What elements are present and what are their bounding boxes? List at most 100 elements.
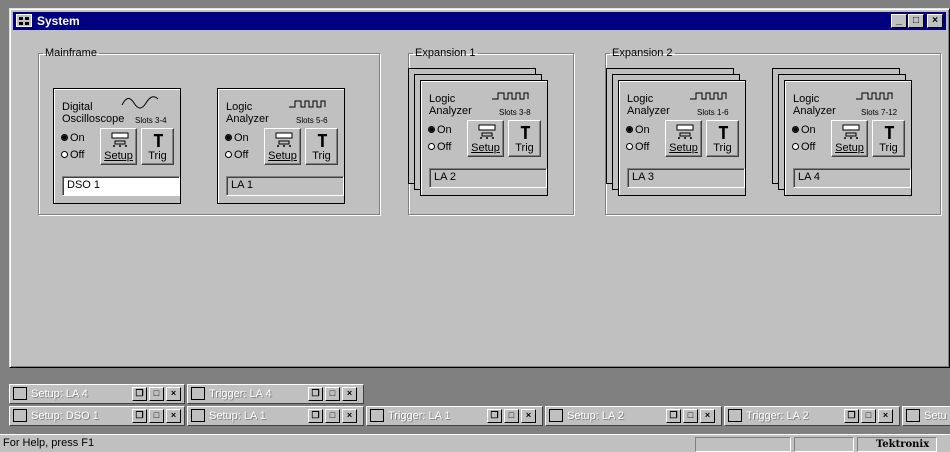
on-radio[interactable]: On — [61, 130, 98, 147]
trig-button[interactable]: T Trig — [872, 120, 905, 157]
power-toggle[interactable]: On Off — [61, 130, 98, 167]
radio-icon — [225, 151, 232, 158]
minimized-title: Setup: LA 2 — [567, 410, 624, 422]
power-toggle[interactable]: On Off — [428, 122, 465, 159]
module-name: Analyzer — [627, 105, 670, 117]
on-radio[interactable]: On — [792, 122, 829, 139]
module-name: Logic — [627, 93, 654, 105]
logic-analyzer-module: Logic Analyzer Slots 7-12 On Off Setup T … — [784, 80, 912, 196]
on-radio[interactable]: On — [428, 122, 465, 139]
minimized-setup-partial[interactable]: Setu — [902, 406, 950, 426]
trigger-icon: T — [153, 131, 164, 152]
title-bar[interactable]: System _ □ × — [13, 12, 946, 30]
trig-label: Trig — [713, 142, 732, 154]
trigger-icon: T — [718, 123, 729, 144]
power-toggle[interactable]: On Off — [225, 130, 262, 167]
module-name: Analyzer — [226, 113, 269, 125]
minimized-title: Trigger: LA 1 — [388, 410, 451, 422]
square-wave-icon — [690, 92, 727, 100]
close-icon[interactable]: × — [342, 387, 357, 401]
logic-analyzer-icon — [191, 409, 205, 422]
maximize-button[interactable]: □ — [908, 14, 924, 28]
off-radio[interactable]: Off — [428, 139, 465, 156]
off-radio[interactable]: Off — [792, 139, 829, 156]
minimized-setup-la2[interactable]: Setup: LA 2 ❐ □ × — [545, 406, 722, 426]
trig-label: Trig — [312, 150, 331, 162]
trig-button[interactable]: T Trig — [141, 128, 174, 165]
status-pane — [794, 437, 854, 452]
maximize-icon[interactable]: □ — [325, 409, 340, 423]
setup-panel-icon — [676, 124, 694, 139]
module-name: Oscilloscope — [62, 113, 125, 125]
close-icon[interactable]: × — [521, 409, 536, 423]
trig-label: Trig — [148, 150, 167, 162]
instrument-name-field[interactable]: LA 1 — [226, 176, 344, 196]
expansion-2-label: Expansion 2 — [612, 47, 673, 59]
setup-button[interactable]: Setup — [264, 128, 301, 165]
module-name: Analyzer — [793, 105, 836, 117]
close-button[interactable]: × — [927, 14, 943, 28]
minimize-button[interactable]: _ — [891, 14, 907, 28]
restore-icon[interactable]: ❐ — [132, 387, 147, 401]
on-radio[interactable]: On — [225, 130, 262, 147]
trig-button[interactable]: T Trig — [508, 120, 541, 157]
setup-button[interactable]: Setup — [665, 120, 702, 157]
maximize-icon[interactable]: □ — [683, 409, 698, 423]
square-wave-icon — [492, 92, 529, 100]
off-radio[interactable]: Off — [61, 147, 98, 164]
restore-icon[interactable]: ❐ — [844, 409, 859, 423]
close-icon: × — [932, 15, 938, 26]
minimized-setup-dso1[interactable]: Setup: DSO 1 ❐ □ × — [9, 406, 185, 426]
close-icon[interactable]: × — [700, 409, 715, 423]
close-icon[interactable]: × — [166, 387, 181, 401]
restore-icon[interactable]: ❐ — [132, 409, 147, 423]
off-radio[interactable]: Off — [225, 147, 262, 164]
sine-wave-icon — [121, 96, 159, 109]
power-toggle[interactable]: On Off — [792, 122, 829, 159]
trig-button[interactable]: T Trig — [706, 120, 739, 157]
trigger-icon: T — [520, 123, 531, 144]
instrument-name-field[interactable]: LA 4 — [793, 168, 911, 188]
maximize-icon[interactable]: □ — [861, 409, 876, 423]
minimized-title: Setup: LA 1 — [209, 410, 266, 422]
maximize-icon[interactable]: □ — [149, 409, 164, 423]
expansion-1-label: Expansion 1 — [415, 47, 476, 59]
restore-icon[interactable]: ❐ — [487, 409, 502, 423]
trig-button[interactable]: T Trig — [305, 128, 338, 165]
grid-icon[interactable] — [16, 14, 32, 27]
instrument-name-field[interactable]: LA 2 — [429, 168, 547, 188]
off-radio[interactable]: Off — [626, 139, 663, 156]
slots-label: Slots 3-4 — [135, 116, 167, 125]
logic-analyzer-module: Logic Analyzer Slots 3-8 On Off Setup T T… — [420, 80, 548, 196]
restore-icon[interactable]: ❐ — [666, 409, 681, 423]
minimized-trigger-la1[interactable]: Trigger: LA 1 ❐ □ × — [366, 406, 543, 426]
instrument-name-field[interactable]: LA 3 — [627, 168, 745, 188]
maximize-icon: □ — [912, 15, 920, 26]
setup-button[interactable]: Setup — [100, 128, 137, 165]
close-icon[interactable]: × — [166, 409, 181, 423]
power-toggle[interactable]: On Off — [626, 122, 663, 159]
setup-button[interactable]: Setup — [831, 120, 868, 157]
minimized-setup-la4[interactable]: Setup: LA 4 ❐ □ × — [9, 384, 185, 404]
maximize-icon[interactable]: □ — [325, 387, 340, 401]
radio-icon — [428, 126, 435, 133]
minimized-trigger-la4[interactable]: Trigger: LA 4 ❐ □ × — [187, 384, 364, 404]
status-bar: For Help, press F1 Tektronix — [0, 434, 950, 452]
restore-icon[interactable]: ❐ — [308, 387, 323, 401]
module-name: Logic — [793, 93, 820, 105]
restore-icon[interactable]: ❐ — [308, 409, 323, 423]
close-icon[interactable]: × — [342, 409, 357, 423]
minimized-trigger-la2[interactable]: Trigger: LA 2 ❐ □ × — [724, 406, 900, 426]
trigger-icon: T — [884, 123, 895, 144]
tektronix-logo: Tektronix — [876, 439, 930, 450]
close-icon[interactable]: × — [878, 409, 893, 423]
minimized-setup-la1[interactable]: Setup: LA 1 ❐ □ × — [187, 406, 364, 426]
on-label: On — [801, 124, 816, 136]
setup-button[interactable]: Setup — [467, 120, 504, 157]
radio-icon — [225, 134, 232, 141]
on-radio[interactable]: On — [626, 122, 663, 139]
radio-icon — [626, 143, 633, 150]
maximize-icon[interactable]: □ — [504, 409, 519, 423]
instrument-name-field[interactable]: DSO 1 — [62, 176, 180, 196]
maximize-icon[interactable]: □ — [149, 387, 164, 401]
